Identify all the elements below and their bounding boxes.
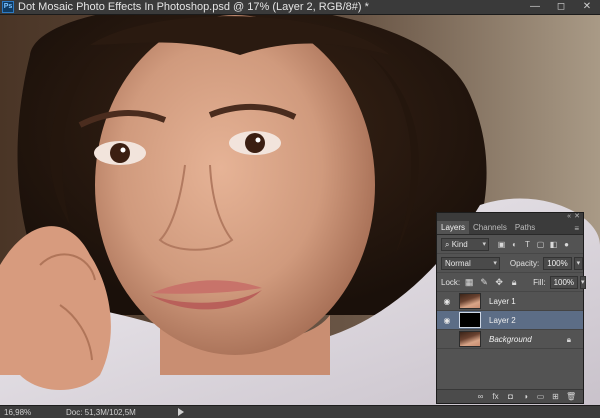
opacity-input[interactable]: 100% [543,256,572,270]
adjustment-layer-icon[interactable]: ◑ [521,392,530,401]
panel-header-strip: « ✕ [437,213,583,221]
lock-transparent-icon[interactable]: ▦ [464,277,474,287]
tab-channels[interactable]: Channels [469,221,511,234]
lock-all-icon[interactable]: 🔒︎ [509,277,519,287]
panel-menu-icon[interactable]: ≡ [574,224,579,233]
maximize-button[interactable]: ◻ [554,1,568,13]
layers-list: ◉ Layer 1 ◉ Layer 2 ◉ Background 🔒︎ [437,292,583,367]
lock-position-icon[interactable]: ✥ [494,277,504,287]
lock-icon: 🔒︎ [566,335,571,344]
search-icon: ⌕ [445,239,452,249]
chevron-down-icon: ▾ [482,240,486,248]
fill-label: Fill: [533,277,546,287]
kind-filter-label: Kind [451,239,468,249]
new-layer-icon[interactable]: ⊞ [551,392,560,401]
title-bar: Ps Dot Mosaic Photo Effects In Photoshop… [0,0,600,15]
layer-filter-row: ⌕ Kind ▾ ▣ ◐ T ▢ ◧ ● [437,235,583,254]
layer-thumbnail [459,331,481,347]
opacity-label: Opacity: [509,258,540,268]
tab-layers[interactable]: Layers [437,221,470,234]
eye-icon[interactable]: ◉ [441,297,453,306]
filter-toggle-icon[interactable]: ● [562,240,571,249]
status-menu-arrow-icon[interactable] [178,408,184,416]
kind-filter-select[interactable]: ⌕ Kind ▾ [441,237,489,251]
photoshop-app-icon: Ps [2,1,14,13]
document-info: Doc: 51,3M/102,5M [66,408,136,417]
window-controls: — ◻ ✕ [528,1,594,13]
opacity-dropdown-icon[interactable]: ▾ [573,256,583,270]
close-panel-icon[interactable]: ✕ [574,213,580,221]
shape-filter-icon[interactable]: ▢ [536,240,545,249]
type-filter-icon[interactable]: T [523,240,532,249]
fill-input[interactable]: 100% [549,275,579,289]
panel-tabs: Layers Channels Paths ≡ [437,221,583,235]
layer-row-layer-2[interactable]: ◉ Layer 2 [437,311,583,330]
trash-icon[interactable]: 🗑︎ [566,392,576,401]
fx-icon[interactable]: fx [491,392,500,401]
zoom-level[interactable]: 16,98% [4,408,31,417]
blend-opacity-row: Normal ▾ Opacity: 100% ▾ [437,254,583,273]
blend-mode-select[interactable]: Normal ▾ [441,256,500,270]
blend-mode-value: Normal [445,258,471,268]
new-group-icon[interactable]: ▭ [536,392,545,401]
layer-name: Layer 1 [489,296,516,306]
adjustment-filter-icon[interactable]: ◐ [510,240,519,249]
lock-fill-row: Lock: ▦ ✎ ✥ 🔒︎ Fill: 100% ▾ [437,273,586,292]
filter-icons: ▣ ◐ T ▢ ◧ ● [497,240,571,249]
smart-object-filter-icon[interactable]: ◧ [549,240,558,249]
tab-paths[interactable]: Paths [511,221,539,234]
layers-panel: « ✕ Layers Channels Paths ≡ ⌕ Kind ▾ ▣ ◐… [436,212,586,404]
layer-name: Layer 2 [489,315,516,325]
close-button[interactable]: ✕ [580,1,594,13]
panel-footer: ∞ fx ◘ ◑ ▭ ⊞ 🗑︎ [437,389,583,403]
layer-name: Background [489,334,532,344]
layer-thumbnail [459,293,481,309]
add-mask-icon[interactable]: ◘ [506,392,515,401]
lock-icons: ▦ ✎ ✥ 🔒︎ [464,277,519,287]
layer-row-background[interactable]: ◉ Background 🔒︎ [437,330,583,349]
document-title: Dot Mosaic Photo Effects In Photoshop.ps… [18,1,369,13]
layer-row-layer-1[interactable]: ◉ Layer 1 [437,292,583,311]
minimize-button[interactable]: — [528,1,542,13]
collapse-panel-icon[interactable]: « [567,213,571,221]
image-filter-icon[interactable]: ▣ [497,240,506,249]
eye-icon[interactable]: ◉ [441,316,453,325]
status-bar: 16,98% Doc: 51,3M/102,5M [0,405,600,418]
eye-hidden-icon[interactable]: ◉ [441,335,453,344]
lock-image-icon[interactable]: ✎ [479,277,489,287]
link-layers-icon[interactable]: ∞ [476,392,485,401]
chevron-down-icon: ▾ [493,259,497,267]
layer-thumbnail [459,312,481,328]
lock-label: Lock: [441,277,461,287]
fill-dropdown-icon[interactable]: ▾ [580,275,586,289]
